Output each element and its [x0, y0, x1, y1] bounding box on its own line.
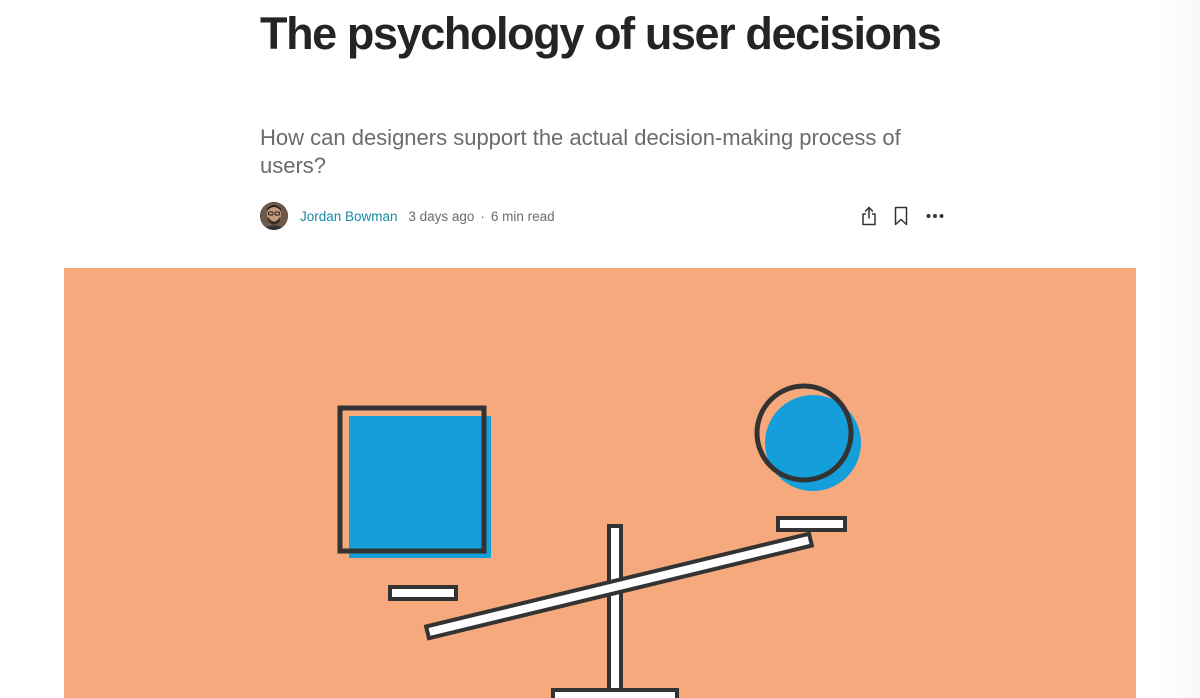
- read-time: 6 min read: [490, 209, 555, 224]
- share-button[interactable]: [858, 205, 880, 227]
- share-icon: [862, 206, 876, 226]
- scale-base: [551, 688, 679, 698]
- scale-stand: [607, 524, 623, 698]
- hero-image: [64, 268, 1136, 698]
- byline: Jordan Bowman 3 days ago · 6 min read: [260, 202, 950, 230]
- bookmark-button[interactable]: [890, 205, 912, 227]
- article-subtitle: How can designers support the actual dec…: [260, 125, 901, 178]
- square-shape-fill: [349, 416, 491, 558]
- more-button[interactable]: [924, 205, 946, 227]
- balance-scale-illustration: [337, 383, 861, 698]
- more-icon: [926, 214, 944, 218]
- meta-separator: ·: [480, 209, 485, 224]
- circle-platform: [776, 516, 847, 532]
- article-page: The psychology of user decisions How can…: [0, 0, 1200, 698]
- byline-text: Jordan Bowman 3 days ago · 6 min read: [300, 209, 555, 225]
- bookmark-icon: [894, 206, 908, 226]
- author-name-link[interactable]: Jordan Bowman: [300, 209, 398, 224]
- square-platform: [388, 585, 458, 601]
- avatar-image: [260, 202, 288, 230]
- published-time: 3 days ago: [408, 209, 475, 224]
- author-avatar[interactable]: [260, 202, 288, 230]
- article-title: The psychology of user decisions: [260, 8, 942, 59]
- page-edge-shadow: [1158, 0, 1200, 698]
